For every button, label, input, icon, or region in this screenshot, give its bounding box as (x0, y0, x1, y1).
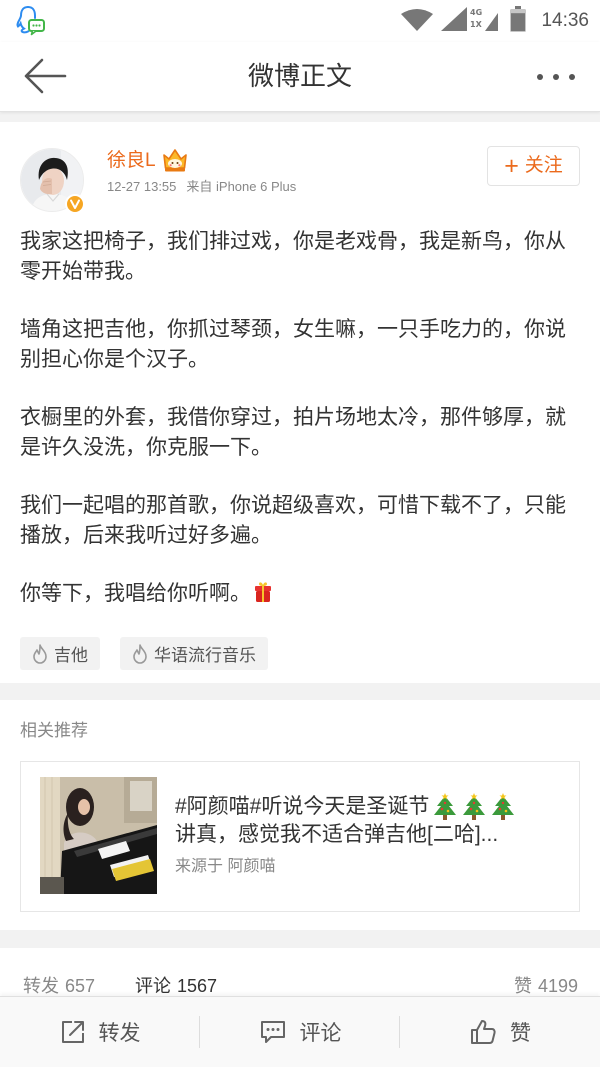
repost-button[interactable]: 转发 (0, 997, 200, 1067)
page-title: 微博正文 (247, 61, 352, 91)
recommended-post-thumbnail (40, 777, 157, 894)
tag-label: 吉他 (54, 646, 88, 665)
tag-chinese-pop-music[interactable]: 华语流行音乐 (120, 637, 268, 670)
related-heading: 相关推荐 (20, 721, 88, 740)
like-icon (469, 1018, 497, 1046)
header: 微博正文 (0, 42, 600, 112)
post-source: 来自 iPhone 6 Plus (186, 179, 297, 194)
post-time: 12-27 13:55 (107, 179, 177, 194)
stat-count: 1567 (177, 976, 218, 996)
bottom-toolbar: 转发 评论 赞 (0, 996, 600, 1067)
post-meta: 12-27 13:55 来自 iPhone 6 Plus (107, 179, 296, 195)
stat-label: 转发 (23, 976, 59, 996)
post-paragraph: 衣橱里的外套，我借你穿过，拍片场地太冷，那件够厚，就 是许久没洗，你克服一下。 (20, 403, 580, 463)
recommended-post-title: #阿颜喵#听说今天是圣诞节 (175, 793, 570, 821)
gift-icon (253, 581, 273, 603)
network-type: 4G 1X (470, 7, 485, 31)
back-arrow-icon (22, 58, 68, 100)
follow-button[interactable]: + 关注 (487, 146, 580, 186)
christmas-tree-icon (490, 793, 516, 821)
stat-label: 赞 (513, 976, 532, 996)
wifi-icon (401, 9, 433, 36)
tab-likes[interactable]: 赞 4199 (514, 974, 578, 998)
recommended-post-card[interactable]: #阿颜喵#听说今天是圣诞节 讲真，感觉我不适合弹吉他[二哈]... 来源于 阿颜… (20, 761, 580, 912)
more-icon (532, 74, 580, 93)
post-text-line: 别担心你是个汉子。 (20, 348, 209, 371)
network-type-top: 4G (470, 8, 483, 17)
comment-label: 评论 (299, 1022, 342, 1045)
follow-label: 关注 (524, 155, 563, 176)
comment-button[interactable]: 评论 (200, 997, 400, 1067)
post-text-line: 我们一起唱的那首歌，你说超级喜欢，可惜下载不了，只能 (20, 494, 566, 517)
crown-icon[interactable] (162, 148, 188, 174)
battery-icon (510, 6, 526, 37)
post-paragraph: 我们一起唱的那首歌，你说超级喜欢，可惜下载不了，只能 播放，后来我听过好多遍。 (20, 491, 580, 551)
stat-label: 评论 (135, 976, 171, 996)
post-text-line: 零开始带我。 (20, 260, 146, 283)
weibo-post-screen: 4G 1X 14:36 微博正文 徐良L 12-27 13:55 来自 iPho… (0, 0, 600, 1067)
post-paragraph: 墙角这把吉他，你抓过琴颈，女生嘛，一只手吃力的，你说 别担心你是个汉子。 (20, 315, 580, 375)
post-paragraph: 我家这把椅子，我们排过戏，你是老戏骨，我是新鸟，你从 零开始带我。 (20, 227, 580, 287)
repost-label: 转发 (98, 1022, 141, 1045)
follow-plus: + (504, 152, 519, 180)
status-bar: 4G 1X 14:36 (0, 0, 600, 42)
post-text-line: 我家这把椅子，我们排过戏，你是老戏骨，我是新鸟，你从 (20, 230, 566, 253)
tag-label: 华语流行音乐 (154, 646, 256, 665)
related-section: 相关推荐 #阿颜喵#听说今天是圣诞节 讲真，感觉我不适合弹吉他[二哈]... 来… (0, 700, 600, 930)
recommended-post-source: 来源于 阿颜喵 (175, 858, 276, 875)
christmas-tree-icon (432, 793, 458, 821)
comment-icon (259, 1019, 287, 1045)
qq-notification-icon (16, 5, 46, 42)
battery-level-fill (511, 13, 525, 31)
post-text-line: 是许久没洗，你克服一下。 (20, 436, 272, 459)
clock: 14:36 (541, 10, 589, 31)
stat-count: 4199 (537, 976, 578, 996)
author-name[interactable]: 徐良L (107, 149, 156, 173)
signal-icon (441, 7, 467, 36)
repost-icon (60, 1019, 86, 1045)
author-row: 徐良L (107, 148, 188, 174)
post-text-line: 你等下，我唱给你听啊。 (20, 582, 251, 605)
post-text-line: 播放，后来我听过好多遍。 (20, 524, 272, 547)
signal-icon-secondary (485, 7, 498, 36)
tag-guitar[interactable]: 吉他 (20, 637, 100, 670)
verified-badge-icon (65, 194, 85, 214)
tab-reposts[interactable]: 转发 657 (23, 974, 95, 998)
topic-tags: 吉他 华语流行音乐 (20, 637, 288, 670)
network-type-bottom: 1X (470, 20, 482, 29)
recommended-post-title-text: #阿颜喵#听说今天是圣诞节 (175, 795, 430, 818)
tab-comments[interactable]: 评论 1567 (135, 974, 217, 998)
like-label: 赞 (510, 1022, 531, 1045)
stat-count: 657 (65, 976, 96, 996)
more-button[interactable] (532, 65, 580, 89)
like-button[interactable]: 赞 (400, 997, 600, 1067)
fire-icon (32, 643, 48, 664)
post-text-line: 墙角这把吉他，你抓过琴颈，女生嘛，一只手吃力的，你说 (20, 318, 566, 341)
fire-icon (132, 643, 148, 664)
recommended-post-excerpt: 讲真，感觉我不适合弹吉他[二哈]... (175, 823, 499, 846)
post-text-line: 衣橱里的外套，我借你穿过，拍片场地太冷，那件够厚，就 (20, 406, 566, 429)
christmas-tree-icon (461, 793, 487, 821)
post-paragraph: 你等下，我唱给你听啊。 (20, 579, 580, 609)
post-card: 徐良L 12-27 13:55 来自 iPhone 6 Plus + 关注 我家… (0, 122, 600, 683)
post-text: 我家这把椅子，我们排过戏，你是老戏骨，我是新鸟，你从 零开始带我。 墙角这把吉他… (20, 227, 580, 637)
back-button[interactable] (22, 56, 68, 96)
